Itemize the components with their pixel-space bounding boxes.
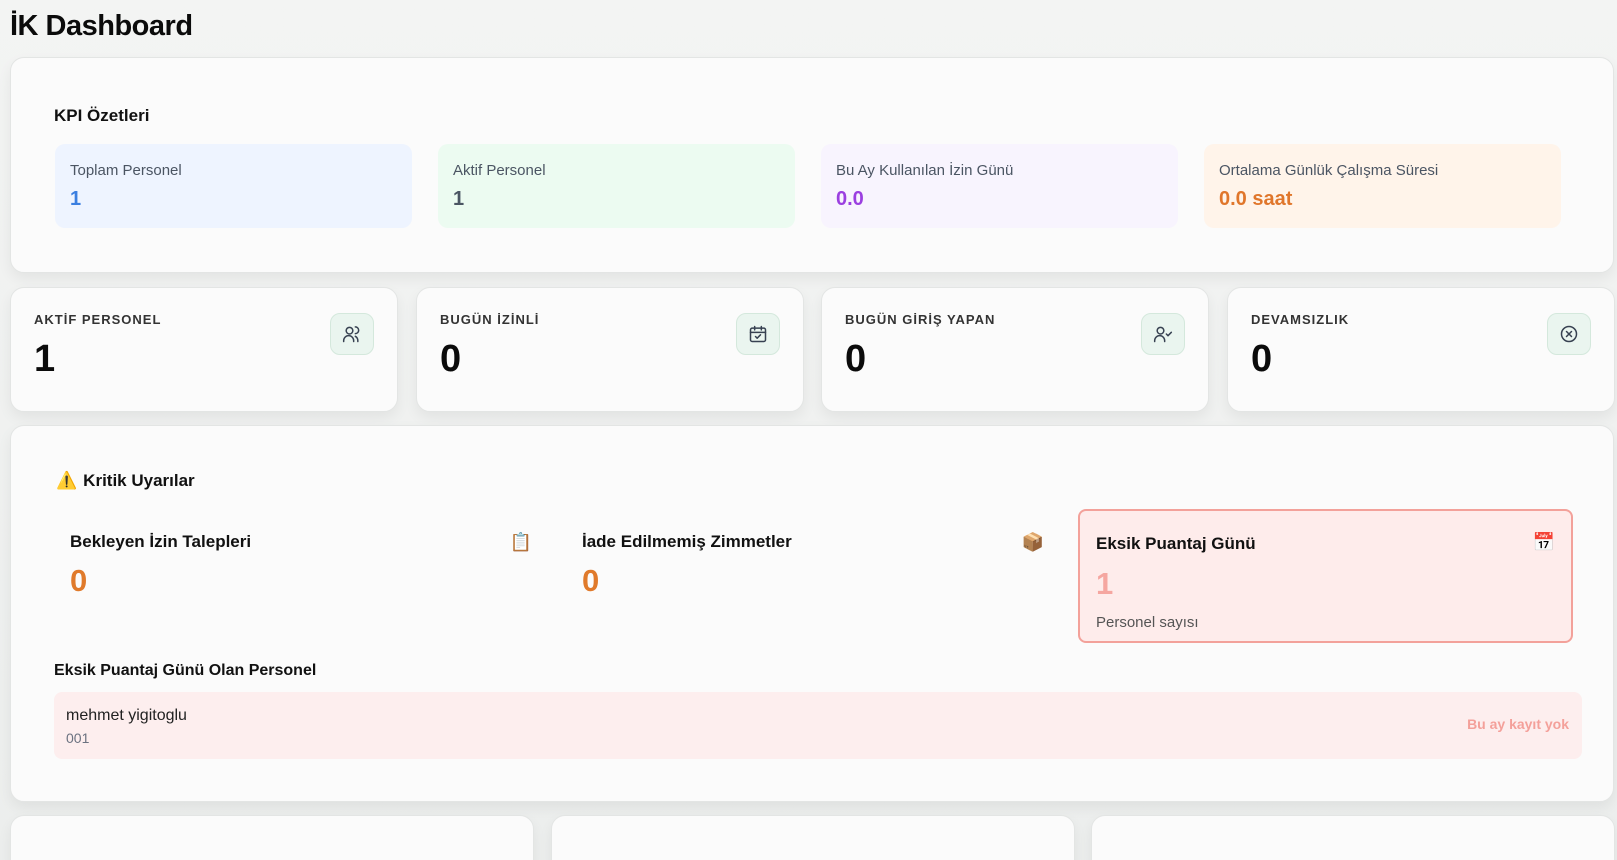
alert-value: 0 <box>582 563 600 598</box>
employee-code: 001 <box>66 730 90 746</box>
alerts-heading: ⚠️ Kritik Uyarılar <box>56 471 195 491</box>
calendar-check-icon <box>736 313 780 355</box>
alert-subtitle: Personel sayısı <box>1096 614 1199 631</box>
x-circle-icon <box>1547 313 1591 355</box>
stat-label: AKTİF PERSONEL <box>34 312 162 327</box>
stat-card-absence[interactable]: DEVAMSIZLIK 0 <box>1227 287 1615 412</box>
kpi-label: Bu Ay Kullanılan İzin Günü <box>836 162 1014 179</box>
alert-unreturned-assets[interactable]: İade Edilmemiş Zimmetler 0 📦 <box>566 511 1060 644</box>
stat-card-checked-in-today[interactable]: BUGÜN GİRİŞ YAPAN 0 <box>821 287 1209 412</box>
calendar-icon: 📅 <box>1532 532 1555 552</box>
list-item[interactable]: mehmet yigitoglu 001 Bu ay kayıt yok <box>54 692 1582 759</box>
stat-value: 0 <box>1251 338 1273 380</box>
warning-icon: ⚠️ <box>56 471 78 490</box>
alert-missing-timesheet-days[interactable]: Eksik Puantaj Günü 1 Personel sayısı 📅 <box>1078 509 1573 643</box>
users-icon <box>330 313 374 355</box>
employee-name: mehmet yigitoglu <box>66 707 187 724</box>
kpi-total-personnel: Toplam Personel 1 <box>55 144 412 228</box>
clipboard-icon: 📋 <box>509 532 532 552</box>
kpi-avg-work-time: Ortalama Günlük Çalışma Süresi 0.0 saat <box>1204 144 1561 228</box>
kpi-summary-panel: KPI Özetleri Toplam Personel 1 Aktif Per… <box>10 57 1614 273</box>
stat-value: 1 <box>34 338 56 380</box>
bottom-card-1 <box>10 815 534 860</box>
stat-card-on-leave-today[interactable]: BUGÜN İZİNLİ 0 <box>416 287 804 412</box>
alert-title: Bekleyen İzin Talepleri <box>70 532 252 551</box>
alert-value: 0 <box>70 563 88 598</box>
kpi-value: 0.0 saat <box>1219 188 1293 210</box>
alert-pending-leave-requests[interactable]: Bekleyen İzin Talepleri 0 📋 <box>54 511 548 644</box>
alerts-heading-label: Kritik Uyarılar <box>83 471 195 490</box>
alert-value: 1 <box>1096 566 1114 601</box>
alert-title: Eksik Puantaj Günü <box>1096 534 1256 553</box>
stat-label: DEVAMSIZLIK <box>1251 312 1350 327</box>
kpi-value: 1 <box>453 188 465 210</box>
kpi-leave-days: Bu Ay Kullanılan İzin Günü 0.0 <box>821 144 1178 228</box>
stat-label: BUGÜN GİRİŞ YAPAN <box>845 312 996 327</box>
alert-title: İade Edilmemiş Zimmetler <box>582 532 792 551</box>
user-check-icon <box>1141 313 1185 355</box>
page-title: İK Dashboard <box>10 10 193 42</box>
bottom-card-2 <box>551 815 1075 860</box>
kpi-label: Ortalama Günlük Çalışma Süresi <box>1219 162 1439 179</box>
stat-value: 0 <box>440 338 462 380</box>
critical-alerts-panel: ⚠️ Kritik Uyarılar Bekleyen İzin Taleple… <box>10 425 1614 802</box>
stat-value: 0 <box>845 338 867 380</box>
kpi-value: 1 <box>70 188 82 210</box>
kpi-label: Toplam Personel <box>70 162 182 179</box>
kpi-heading: KPI Özetleri <box>54 106 150 125</box>
record-status: Bu ay kayıt yok <box>1467 716 1569 732</box>
kpi-value: 0.0 <box>836 188 864 210</box>
bottom-card-3 <box>1091 815 1615 860</box>
stat-label: BUGÜN İZİNLİ <box>440 312 540 327</box>
kpi-active-personnel: Aktif Personel 1 <box>438 144 795 228</box>
kpi-label: Aktif Personel <box>453 162 546 179</box>
missing-timesheet-heading: Eksik Puantaj Günü Olan Personel <box>54 662 317 679</box>
stat-card-active-personnel[interactable]: AKTİF PERSONEL 1 <box>10 287 398 412</box>
package-icon: 📦 <box>1021 532 1044 552</box>
